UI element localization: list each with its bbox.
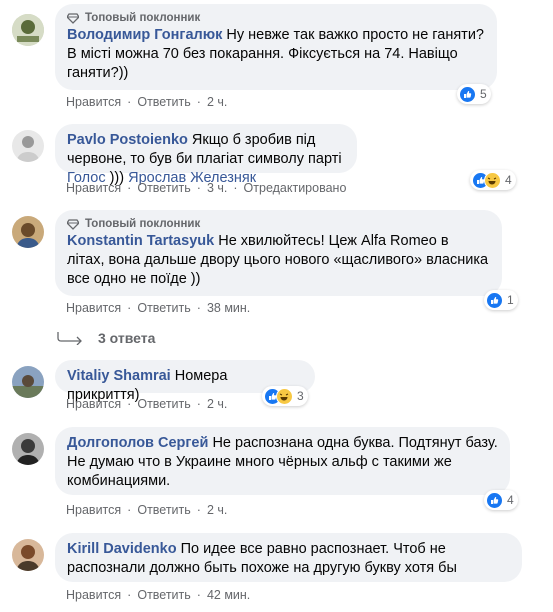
like-reaction-icon: [486, 291, 503, 309]
badge-label: Топовый поклонник: [85, 218, 201, 230]
comment-actions: Нравится · Ответить · 3 ч. · Отредактирован…: [66, 181, 346, 195]
author-name[interactable]: Vitaliy Shamrai: [67, 368, 171, 384]
reaction-summary[interactable]: 3: [262, 386, 308, 406]
comment-bubble: Топовый поклонник Konstantin Tartasyuk Н…: [55, 210, 502, 296]
separator: ·: [196, 95, 201, 109]
timestamp[interactable]: 2 ч.: [207, 95, 227, 109]
comment-actions: Нравится · Ответить · 2 ч.: [66, 503, 227, 517]
separator: ·: [196, 588, 201, 602]
comment-actions: Нравится · Ответить · 2 ч.: [66, 397, 227, 411]
reply-button[interactable]: Ответить: [137, 95, 190, 109]
diamond-icon: [67, 12, 79, 24]
reaction-count: 4: [505, 173, 512, 187]
separator: ·: [196, 301, 201, 315]
avatar[interactable]: [12, 539, 44, 571]
comment-bubble: Долгополов Сергей Не распознана одна бук…: [55, 427, 510, 495]
separator: ·: [233, 181, 238, 195]
like-button[interactable]: Нравится: [66, 588, 121, 602]
reply-button[interactable]: Ответить: [137, 301, 190, 315]
author-name[interactable]: Kirill Davidenko: [67, 541, 177, 557]
reaction-summary[interactable]: 5: [457, 84, 491, 104]
separator: ·: [127, 181, 132, 195]
reply-button[interactable]: Ответить: [137, 503, 190, 517]
edited-label[interactable]: Отредактировано: [244, 181, 347, 195]
reaction-summary[interactable]: 4: [470, 170, 516, 190]
timestamp[interactable]: 42 мин.: [207, 588, 250, 602]
reply-button[interactable]: Ответить: [137, 588, 190, 602]
separator: ·: [196, 397, 201, 411]
reaction-count: 3: [297, 389, 304, 403]
reaction-count: 4: [507, 493, 514, 507]
haha-reaction-icon: [484, 171, 501, 189]
separator: ·: [196, 503, 201, 517]
comment-actions: Нравится · Ответить · 38 мин.: [66, 301, 250, 315]
separator: ·: [127, 95, 132, 109]
separator: ·: [127, 503, 132, 517]
timestamp[interactable]: 38 мин.: [207, 301, 250, 315]
badge-label: Топовый поклонник: [85, 12, 201, 24]
like-button[interactable]: Нравится: [66, 301, 121, 315]
avatar[interactable]: [12, 216, 44, 248]
like-button[interactable]: Нравится: [66, 503, 121, 517]
separator: ·: [127, 301, 132, 315]
separator: ·: [127, 588, 132, 602]
like-button[interactable]: Нравится: [66, 181, 121, 195]
avatar[interactable]: [12, 14, 44, 46]
replies-count-label[interactable]: 3 ответа: [98, 330, 155, 346]
like-button[interactable]: Нравится: [66, 95, 121, 109]
timestamp[interactable]: 3 ч.: [207, 181, 227, 195]
timestamp[interactable]: 2 ч.: [207, 397, 227, 411]
separator: ·: [127, 397, 132, 411]
author-name[interactable]: Pavlo Postoienko: [67, 132, 188, 148]
like-button[interactable]: Нравится: [66, 397, 121, 411]
like-reaction-icon: [459, 85, 476, 103]
reaction-summary[interactable]: 1: [484, 290, 518, 310]
comment-actions: Нравится · Ответить · 2 ч.: [66, 95, 227, 109]
reaction-count: 5: [480, 87, 487, 101]
avatar[interactable]: [12, 366, 44, 398]
top-fan-badge: Топовый поклонник: [67, 218, 490, 230]
avatar[interactable]: [12, 130, 44, 162]
diamond-icon: [67, 218, 79, 230]
haha-reaction-icon: [276, 387, 293, 405]
comment-bubble: Топовый поклонник Володимир Гонгалюк Ну …: [55, 4, 497, 90]
comment-bubble: Pavlo Postoienko Якщо б зробив під черво…: [55, 124, 357, 186]
reaction-summary[interactable]: 4: [484, 490, 518, 510]
author-name[interactable]: Долгополов Сергей: [67, 435, 208, 451]
reaction-count: 1: [507, 293, 514, 307]
author-name[interactable]: Володимир Гонгалюк: [67, 27, 222, 43]
separator: ·: [196, 181, 201, 195]
top-fan-badge: Топовый поклонник: [67, 12, 485, 24]
like-reaction-icon: [486, 491, 503, 509]
reply-button[interactable]: Ответить: [137, 181, 190, 195]
timestamp[interactable]: 2 ч.: [207, 503, 227, 517]
reply-arrow-icon: [57, 332, 82, 345]
comment-actions: Нравится · Ответить · 42 мин.: [66, 588, 250, 602]
view-replies-button[interactable]: 3 ответа: [56, 330, 155, 346]
reply-button[interactable]: Ответить: [137, 397, 190, 411]
avatar[interactable]: [12, 433, 44, 465]
comment-bubble: Kirill Davidenko По идее все равно распо…: [55, 533, 522, 582]
author-name[interactable]: Konstantin Tartasyuk: [67, 233, 214, 249]
